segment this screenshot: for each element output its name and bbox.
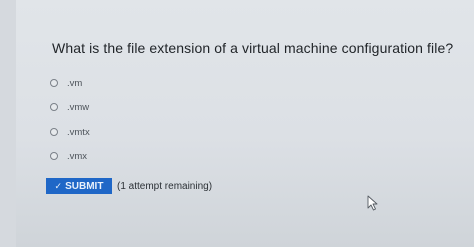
mouse-pointer-icon	[367, 195, 378, 211]
submit-label: SUBMIT	[65, 180, 104, 192]
radio-button[interactable]	[50, 103, 58, 111]
option-vm[interactable]: .vm	[50, 77, 82, 89]
option-label: .vmtx	[67, 126, 90, 138]
submit-button[interactable]: ✓ SUBMIT	[46, 178, 112, 194]
radio-button[interactable]	[50, 128, 58, 136]
option-vmtx[interactable]: .vmtx	[50, 126, 90, 138]
question-panel	[16, 0, 474, 247]
attempts-remaining: (1 attempt remaining)	[117, 181, 213, 192]
option-vmw[interactable]: .vmw	[50, 101, 89, 113]
radio-button[interactable]	[50, 152, 58, 160]
option-label: .vmx	[67, 150, 88, 162]
radio-button[interactable]	[50, 79, 58, 87]
option-label: .vm	[67, 77, 83, 89]
question-text: What is the file extension of a virtual …	[52, 40, 454, 56]
option-vmx[interactable]: .vmx	[50, 150, 87, 162]
check-icon: ✓	[54, 180, 63, 191]
option-label: .vmw	[67, 101, 90, 113]
